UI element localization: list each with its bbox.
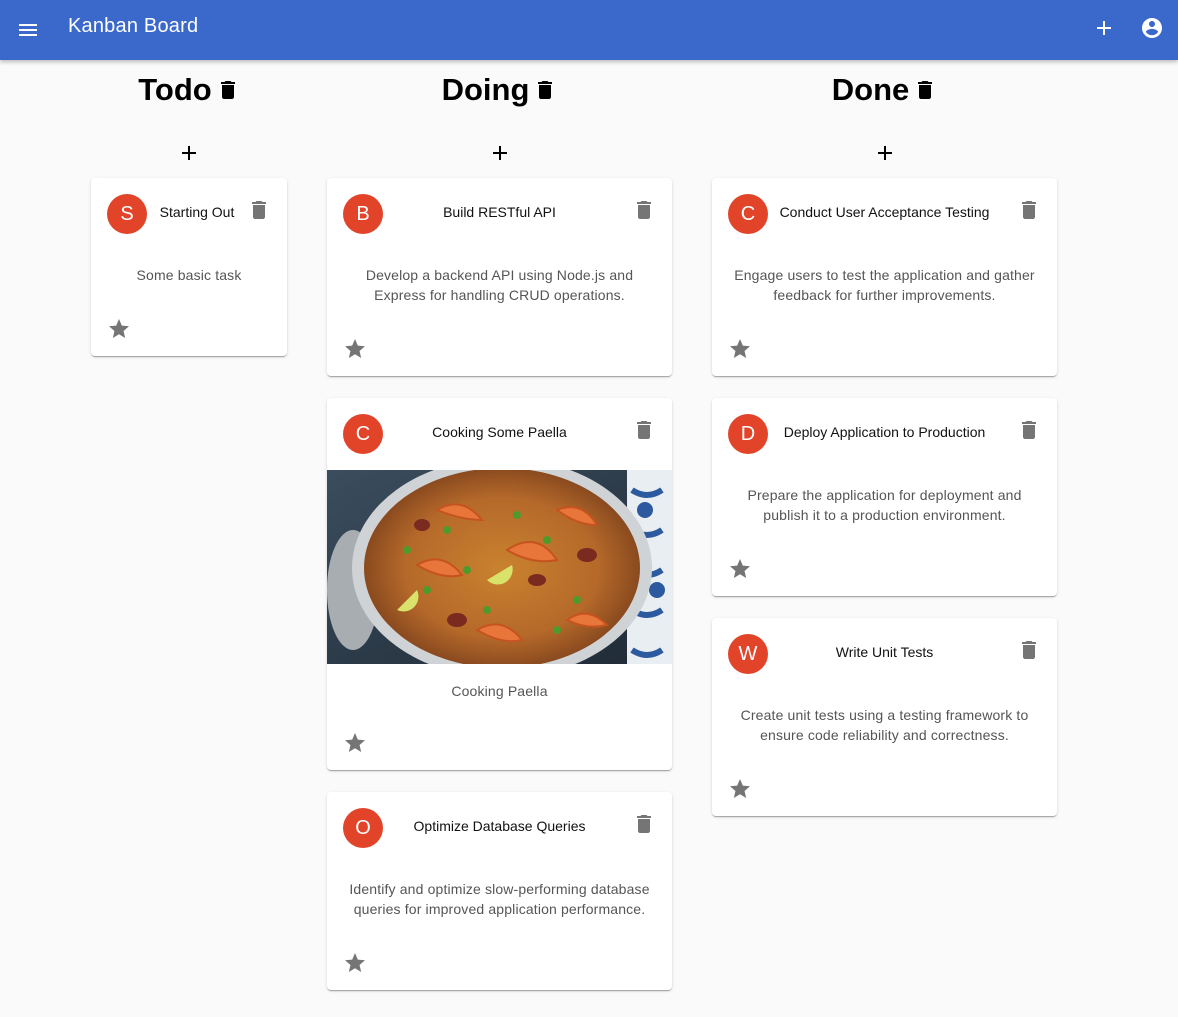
card-description: Create unit tests using a testing framew… [740, 707, 1029, 743]
task-card[interactable]: C Conduct User Acceptance Testing Engage… [712, 178, 1057, 376]
column-header-doing: Doing [327, 68, 672, 112]
column-header-done: Done [712, 68, 1057, 112]
card-title: Cooking Some Paella [432, 424, 567, 440]
app-title: Kanban Board [68, 15, 199, 37]
star-icon[interactable] [728, 337, 752, 361]
add-card-button-todo[interactable] [177, 141, 201, 165]
delete-card-icon[interactable] [1017, 638, 1041, 662]
star-icon[interactable] [343, 337, 367, 361]
avatar: S [107, 194, 147, 234]
delete-column-icon[interactable] [216, 78, 240, 102]
task-card[interactable]: D Deploy Application to Production Prepa… [712, 398, 1057, 596]
card-title: Conduct User Acceptance Testing [779, 204, 990, 220]
delete-column-icon[interactable] [533, 78, 557, 102]
task-card[interactable]: W Write Unit Tests Create unit tests usi… [712, 618, 1057, 816]
delete-column-icon[interactable] [913, 78, 937, 102]
star-icon[interactable] [343, 951, 367, 975]
avatar: O [343, 808, 383, 848]
avatar: C [728, 194, 768, 234]
delete-card-icon[interactable] [632, 198, 656, 222]
avatar: W [728, 634, 768, 674]
avatar: C [343, 414, 383, 454]
column-title: Doing [441, 72, 530, 107]
task-card[interactable]: B Build RESTful API Develop a backend AP… [327, 178, 672, 376]
card-title: Build RESTful API [443, 204, 556, 220]
card-title: Deploy Application to Production [783, 424, 986, 440]
star-icon[interactable] [728, 777, 752, 801]
column-title: Todo [138, 72, 212, 107]
task-card[interactable]: S Starting Out Some basic task [91, 178, 287, 356]
delete-card-icon[interactable] [247, 198, 271, 222]
task-card[interactable]: C Cooking Some Paella Cooking Paella [327, 398, 672, 770]
column-header-todo: Todo [91, 68, 287, 112]
delete-card-icon[interactable] [1017, 418, 1041, 442]
card-title: Starting Out [159, 204, 235, 220]
card-description: Some basic task [136, 267, 242, 283]
delete-card-icon[interactable] [632, 418, 656, 442]
card-description: Engage users to test the application and… [734, 267, 1035, 303]
card-description: Develop a backend API using Node.js and … [365, 267, 634, 303]
card-description: Identify and optimize slow-performing da… [349, 881, 650, 917]
card-description: Cooking Paella [451, 683, 548, 699]
delete-card-icon[interactable] [632, 812, 656, 836]
paella-photo [327, 470, 672, 664]
star-icon[interactable] [728, 557, 752, 581]
card-title: Write Unit Tests [835, 644, 934, 660]
avatar: D [728, 414, 768, 454]
star-icon[interactable] [343, 731, 367, 755]
card-description: Prepare the application for deployment a… [747, 487, 1022, 523]
card-title: Optimize Database Queries [413, 818, 586, 834]
add-card-button-done[interactable] [873, 141, 897, 165]
add-card-button-doing[interactable] [488, 141, 512, 165]
account-circle-icon[interactable] [1140, 16, 1164, 40]
star-icon[interactable] [107, 317, 131, 341]
task-card[interactable]: O Optimize Database Queries Identify and… [327, 792, 672, 990]
add-icon[interactable] [1092, 16, 1116, 40]
avatar: B [343, 194, 383, 234]
delete-card-icon[interactable] [1017, 198, 1041, 222]
app-bar: Kanban Board [0, 0, 1178, 60]
menu-icon[interactable] [16, 18, 40, 42]
column-title: Done [831, 72, 910, 107]
